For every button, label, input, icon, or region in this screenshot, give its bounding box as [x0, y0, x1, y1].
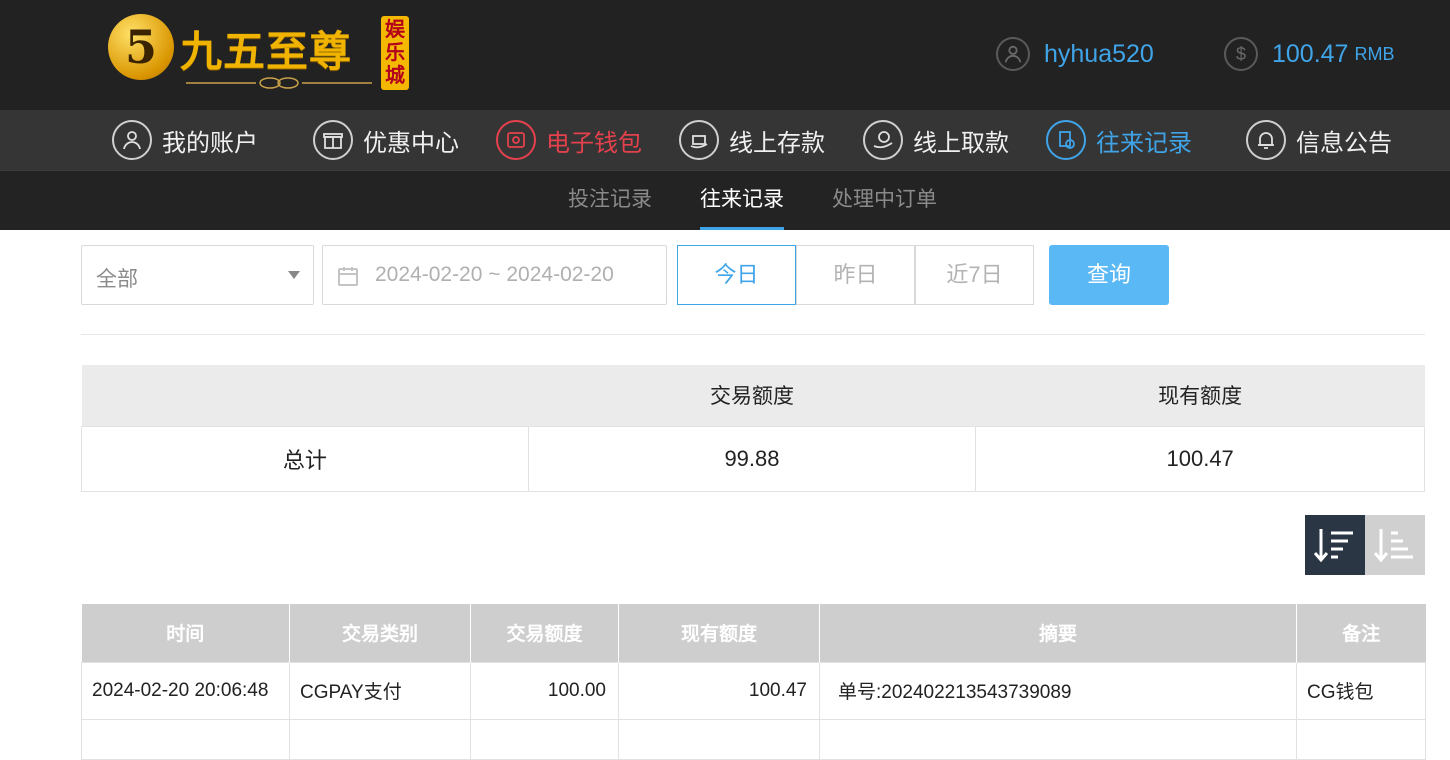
col-header-type[interactable]: 交易类别 [289, 604, 471, 662]
nav-label: 信息公告 [1296, 129, 1392, 157]
username: hyhua520 [1044, 39, 1154, 68]
nav-label: 线上取款 [913, 129, 1009, 157]
summary-header-row: 交易额度 现有额度 [81, 365, 1425, 426]
nav-label: 电子钱包 [546, 129, 642, 157]
today-button[interactable]: 今日 [677, 245, 796, 305]
col-header-balance[interactable]: 现有额度 [618, 604, 820, 662]
col-header-amount[interactable]: 交易额度 [470, 604, 619, 662]
user-icon [996, 37, 1030, 71]
tab-pending-orders[interactable]: 处理中订单 [832, 171, 937, 230]
type-select-value: 全部 [96, 268, 138, 291]
cell-type: CGPAY支付 [289, 661, 471, 720]
cell-time: 2024-02-20 20:06:48 [81, 661, 290, 720]
balance-currency: RMB [1354, 43, 1395, 64]
withdraw-icon [863, 120, 903, 160]
summary-header-balance: 现有额度 [975, 365, 1425, 426]
nav-withdraw[interactable]: 线上取款 [863, 119, 1009, 161]
bell-icon [1246, 120, 1286, 160]
logo-tag-char: 城 [385, 63, 405, 87]
cell-empty [1296, 718, 1426, 760]
nav-label: 我的账户 [162, 129, 258, 157]
logo-tag-char: 娱 [385, 17, 405, 41]
records-header-row: 时间 交易类别 交易额度 现有额度 摘要 备注 [81, 604, 1426, 662]
nav-records[interactable]: 往来记录 [1046, 119, 1192, 161]
nav-promotions[interactable]: 优惠中心 [313, 119, 459, 161]
nav-announcements[interactable]: 信息公告 [1246, 119, 1392, 161]
cell-summary: 单号:202402213543739089 [819, 661, 1297, 720]
type-select[interactable]: 全部 [81, 245, 314, 305]
summary-table: 交易额度 现有额度 总计 99.88 100.47 [81, 365, 1425, 492]
col-header-time[interactable]: 时间 [81, 604, 290, 662]
nav-label: 优惠中心 [363, 129, 459, 157]
sort-ascending-button[interactable] [1365, 515, 1425, 575]
cell-empty [618, 718, 820, 760]
col-header-summary[interactable]: 摘要 [819, 604, 1297, 662]
records-table: 时间 交易类别 交易额度 现有额度 摘要 备注 2024-02-20 20:06… [81, 604, 1426, 760]
gift-icon [313, 120, 353, 160]
summary-header-blank [81, 365, 529, 426]
date-range-value: 2024-02-20 ~ 2024-02-20 [375, 263, 614, 286]
cell-empty [81, 718, 290, 760]
calendar-icon [338, 267, 358, 286]
tab-bet-records[interactable]: 投注记录 [568, 171, 652, 230]
dollar-icon: $ [1224, 37, 1258, 71]
sort-asc-icon [1373, 529, 1413, 563]
divider [81, 334, 1425, 335]
summary-header-amount: 交易额度 [528, 365, 976, 426]
sort-descending-button[interactable] [1305, 515, 1365, 575]
summary-total-row: 总计 99.88 100.47 [81, 425, 1425, 492]
logo-tag: 娱 乐 城 [381, 16, 409, 90]
nav-deposit[interactable]: 线上存款 [679, 119, 825, 161]
nav-my-account[interactable]: 我的账户 [112, 119, 258, 161]
cell-empty [470, 718, 619, 760]
logo-flourish [186, 77, 372, 89]
logo-badge: 5 [108, 14, 174, 80]
summary-total-label: 总计 [81, 425, 529, 492]
table-row [81, 718, 1426, 760]
nav-e-wallet[interactable]: 电子钱包 [496, 119, 642, 161]
yesterday-button[interactable]: 昨日 [796, 245, 915, 305]
main-nav: 我的账户 优惠中心 电子钱包 线上存款 线上取款 往来记录 信息公告 [0, 110, 1450, 170]
account-user[interactable]: hyhua520 [996, 37, 1154, 71]
records-icon [1046, 120, 1086, 160]
sort-desc-icon [1313, 529, 1353, 563]
summary-total-balance: 100.47 [975, 425, 1425, 492]
cell-amount: 100.00 [470, 661, 619, 720]
date-range-picker[interactable]: 2024-02-20 ~ 2024-02-20 [322, 245, 667, 305]
wallet-icon [496, 120, 536, 160]
top-header: 5 九五至尊 娱 乐 城 hyhua520 $ 100.47 RMB [0, 0, 1450, 110]
cell-empty [819, 718, 1297, 760]
logo-name: 九五至尊 [180, 27, 353, 76]
account-balance: $ 100.47 RMB [1224, 37, 1394, 71]
last-7-days-button[interactable]: 近7日 [915, 245, 1034, 305]
logo-tag-char: 乐 [385, 40, 405, 64]
deposit-icon [679, 120, 719, 160]
chevron-down-icon [288, 271, 300, 279]
cell-empty [289, 718, 471, 760]
site-logo[interactable]: 5 九五至尊 娱 乐 城 [108, 12, 412, 94]
summary-total-amount: 99.88 [527, 425, 977, 492]
tab-transfer-records[interactable]: 往来记录 [700, 171, 784, 230]
cell-note: CG钱包 [1296, 661, 1426, 720]
nav-label: 线上存款 [729, 129, 825, 157]
sub-nav: 投注记录 往来记录 处理中订单 [0, 170, 1450, 230]
col-header-note[interactable]: 备注 [1296, 604, 1426, 662]
query-button[interactable]: 查询 [1049, 245, 1169, 305]
balance-amount: 100.47 [1272, 39, 1349, 68]
table-row[interactable]: 2024-02-20 20:06:48 CGPAY支付 100.00 100.4… [81, 661, 1426, 720]
nav-label: 往来记录 [1096, 129, 1192, 157]
cell-balance: 100.47 [618, 661, 820, 720]
user-icon [112, 120, 152, 160]
